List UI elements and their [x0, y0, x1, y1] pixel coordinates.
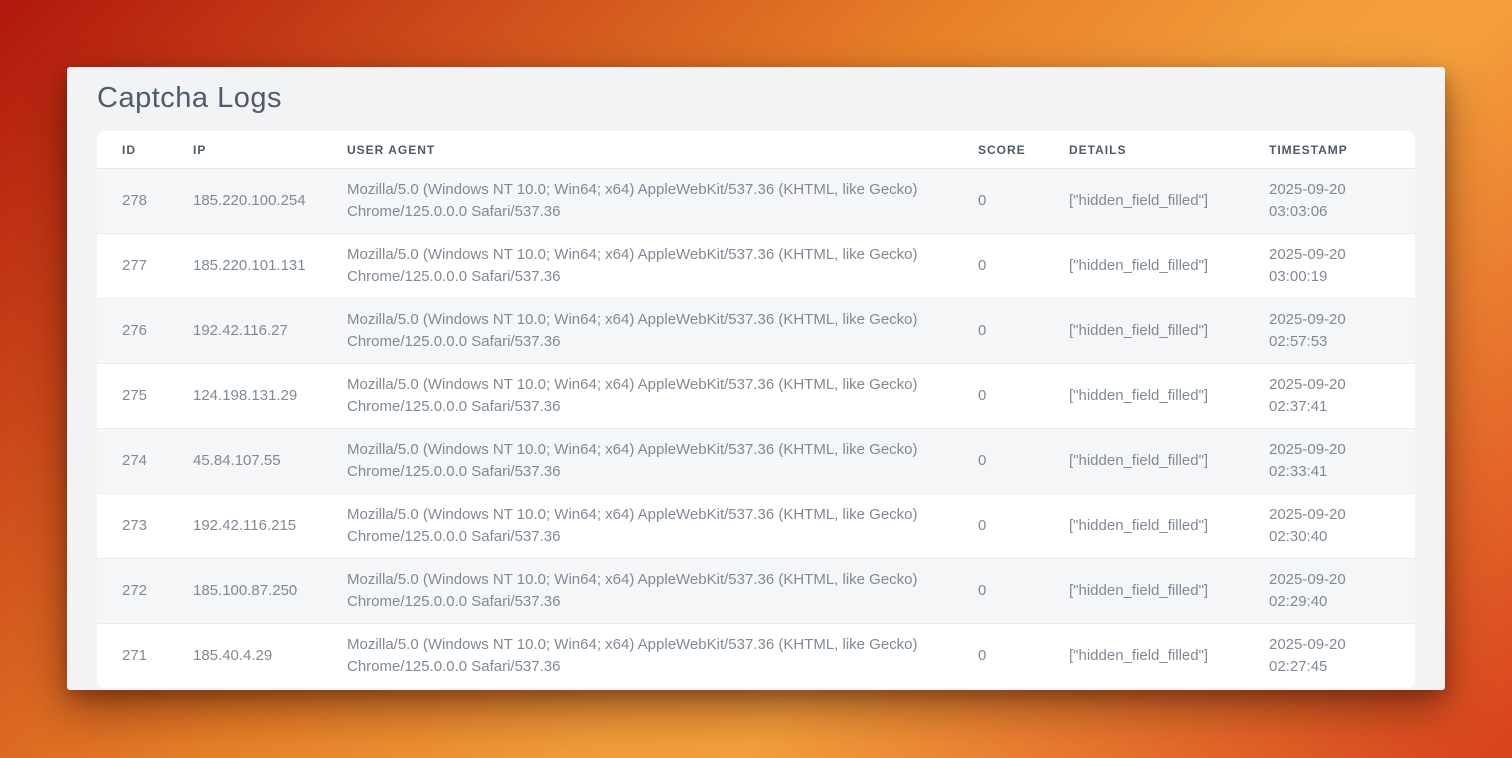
logs-table: ID IP USER AGENT SCORE DETAILS TIMESTAMP… — [97, 131, 1415, 688]
cell-score: 0 — [953, 234, 1044, 299]
cell-details: ["hidden_field_filled"] — [1044, 429, 1244, 494]
cell-score: 0 — [953, 494, 1044, 559]
cell-ip: 185.40.4.29 — [168, 624, 322, 689]
cell-user-agent: Mozilla/5.0 (Windows NT 10.0; Win64; x64… — [322, 364, 953, 429]
cell-score: 0 — [953, 429, 1044, 494]
cell-timestamp: 2025-09-20 03:03:06 — [1244, 169, 1415, 234]
cell-id: 274 — [97, 429, 168, 494]
cell-ip: 185.100.87.250 — [168, 559, 322, 624]
cell-score: 0 — [953, 559, 1044, 624]
column-header-score: SCORE — [953, 131, 1044, 169]
cell-user-agent: Mozilla/5.0 (Windows NT 10.0; Win64; x64… — [322, 169, 953, 234]
cell-id: 273 — [97, 494, 168, 559]
table-body: 278 185.220.100.254 Mozilla/5.0 (Windows… — [97, 169, 1415, 689]
logs-table-container: ID IP USER AGENT SCORE DETAILS TIMESTAMP… — [97, 131, 1415, 688]
table-row: 277 185.220.101.131 Mozilla/5.0 (Windows… — [97, 234, 1415, 299]
cell-score: 0 — [953, 624, 1044, 689]
table-row: 273 192.42.116.215 Mozilla/5.0 (Windows … — [97, 494, 1415, 559]
cell-score: 0 — [953, 169, 1044, 234]
cell-id: 275 — [97, 364, 168, 429]
column-header-ip: IP — [168, 131, 322, 169]
cell-user-agent: Mozilla/5.0 (Windows NT 10.0; Win64; x64… — [322, 234, 953, 299]
cell-timestamp: 2025-09-20 02:33:41 — [1244, 429, 1415, 494]
cell-user-agent: Mozilla/5.0 (Windows NT 10.0; Win64; x64… — [322, 429, 953, 494]
cell-timestamp: 2025-09-20 02:37:41 — [1244, 364, 1415, 429]
cell-details: ["hidden_field_filled"] — [1044, 364, 1244, 429]
column-header-useragent: USER AGENT — [322, 131, 953, 169]
column-header-timestamp: TIMESTAMP — [1244, 131, 1415, 169]
cell-ip: 185.220.100.254 — [168, 169, 322, 234]
cell-details: ["hidden_field_filled"] — [1044, 299, 1244, 364]
cell-user-agent: Mozilla/5.0 (Windows NT 10.0; Win64; x64… — [322, 624, 953, 689]
cell-details: ["hidden_field_filled"] — [1044, 624, 1244, 689]
cell-timestamp: 2025-09-20 02:29:40 — [1244, 559, 1415, 624]
cell-id: 278 — [97, 169, 168, 234]
cell-details: ["hidden_field_filled"] — [1044, 169, 1244, 234]
cell-ip: 45.84.107.55 — [168, 429, 322, 494]
page-title: Captcha Logs — [97, 67, 1415, 116]
cell-user-agent: Mozilla/5.0 (Windows NT 10.0; Win64; x64… — [322, 299, 953, 364]
cell-ip: 192.42.116.27 — [168, 299, 322, 364]
captcha-logs-card: Captcha Logs ID IP USER AGENT SCORE DETA… — [67, 67, 1445, 690]
cell-ip: 192.42.116.215 — [168, 494, 322, 559]
cell-details: ["hidden_field_filled"] — [1044, 559, 1244, 624]
table-row: 274 45.84.107.55 Mozilla/5.0 (Windows NT… — [97, 429, 1415, 494]
cell-id: 272 — [97, 559, 168, 624]
cell-id: 277 — [97, 234, 168, 299]
page-background: Captcha Logs ID IP USER AGENT SCORE DETA… — [0, 0, 1512, 758]
table-row: 275 124.198.131.29 Mozilla/5.0 (Windows … — [97, 364, 1415, 429]
cell-timestamp: 2025-09-20 02:27:45 — [1244, 624, 1415, 689]
table-header-row: ID IP USER AGENT SCORE DETAILS TIMESTAMP — [97, 131, 1415, 169]
cell-timestamp: 2025-09-20 02:57:53 — [1244, 299, 1415, 364]
column-header-id: ID — [97, 131, 168, 169]
cell-ip: 124.198.131.29 — [168, 364, 322, 429]
table-row: 276 192.42.116.27 Mozilla/5.0 (Windows N… — [97, 299, 1415, 364]
table-row: 271 185.40.4.29 Mozilla/5.0 (Windows NT … — [97, 624, 1415, 689]
cell-user-agent: Mozilla/5.0 (Windows NT 10.0; Win64; x64… — [322, 494, 953, 559]
cell-id: 276 — [97, 299, 168, 364]
table-row: 272 185.100.87.250 Mozilla/5.0 (Windows … — [97, 559, 1415, 624]
cell-user-agent: Mozilla/5.0 (Windows NT 10.0; Win64; x64… — [322, 559, 953, 624]
table-row: 278 185.220.100.254 Mozilla/5.0 (Windows… — [97, 169, 1415, 234]
cell-details: ["hidden_field_filled"] — [1044, 234, 1244, 299]
column-header-details: DETAILS — [1044, 131, 1244, 169]
cell-details: ["hidden_field_filled"] — [1044, 494, 1244, 559]
cell-timestamp: 2025-09-20 02:30:40 — [1244, 494, 1415, 559]
cell-ip: 185.220.101.131 — [168, 234, 322, 299]
cell-score: 0 — [953, 364, 1044, 429]
cell-timestamp: 2025-09-20 03:00:19 — [1244, 234, 1415, 299]
cell-score: 0 — [953, 299, 1044, 364]
cell-id: 271 — [97, 624, 168, 689]
